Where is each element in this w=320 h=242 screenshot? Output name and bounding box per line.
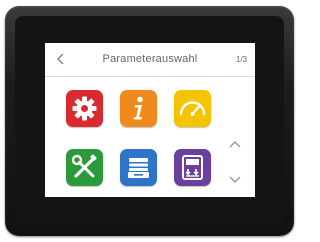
chevron-down-icon[interactable] <box>228 173 242 185</box>
download-panel-icon <box>182 155 203 180</box>
archive-box-icon <box>128 158 149 178</box>
gauge-icon <box>179 101 206 116</box>
tools-icon <box>71 154 97 178</box>
header-bar: Parameterauswahl 1/3 <box>45 43 255 77</box>
display-screen: Parameterauswahl 1/3 <box>45 43 255 197</box>
info-tile[interactable] <box>120 90 157 127</box>
settings-gear-icon <box>72 96 97 121</box>
chevron-up-icon[interactable] <box>228 137 242 149</box>
tools-tile[interactable] <box>66 149 103 186</box>
info-icon <box>133 96 143 120</box>
download-tile[interactable] <box>174 149 211 186</box>
page-indicator: 1/3 <box>235 55 247 64</box>
settings-tile[interactable] <box>66 90 103 127</box>
page-title: Parameterauswahl <box>102 53 198 65</box>
archive-tile[interactable] <box>120 149 157 186</box>
gauge-tile[interactable] <box>174 90 211 127</box>
